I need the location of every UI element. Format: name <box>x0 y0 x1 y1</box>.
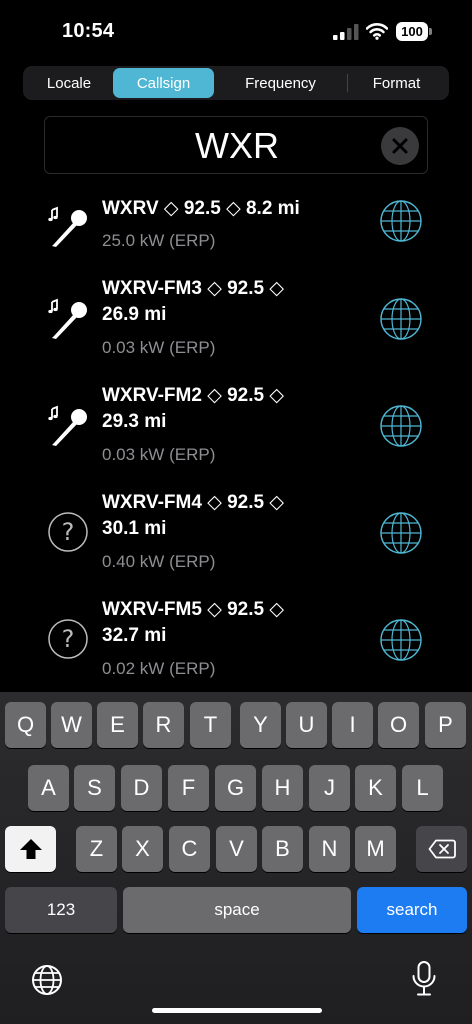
station-row[interactable]: WXRV-FM2 ◇ 92.5 ◇ 29.3 mi 0.03 kW (ERP) <box>0 373 472 480</box>
home-indicator[interactable] <box>152 1008 322 1013</box>
station-distance: 29.3 mi <box>102 411 167 432</box>
globe-icon[interactable] <box>378 198 424 244</box>
cellular-signal-icon <box>333 24 359 40</box>
tab-locale[interactable]: Locale <box>25 68 113 98</box>
battery-level: 100 <box>396 22 428 41</box>
key-m[interactable]: M <box>355 826 396 872</box>
station-title: WXRV ◇ 92.5 ◇ 8.2 mi <box>102 198 300 219</box>
key-q[interactable]: Q <box>5 702 46 748</box>
key-y[interactable]: Y <box>240 702 281 748</box>
status-bar: 10:54 100 <box>0 0 472 62</box>
key-h[interactable]: H <box>262 765 303 811</box>
station-title: WXRV-FM4 ◇ 92.5 ◇ <box>102 492 284 513</box>
station-distance: 32.7 mi <box>102 625 167 646</box>
search-field[interactable]: WXR <box>44 116 428 174</box>
key-d[interactable]: D <box>121 765 162 811</box>
svg-text:?: ? <box>62 518 75 546</box>
search-input[interactable]: WXR <box>45 117 429 175</box>
key-a[interactable]: A <box>28 765 69 811</box>
globe-icon[interactable] <box>378 296 424 342</box>
key-l[interactable]: L <box>402 765 443 811</box>
station-row[interactable]: WXRV ◇ 92.5 ◇ 8.2 mi 25.0 kW (ERP) <box>0 186 472 266</box>
station-row[interactable]: ? WXRV-FM5 ◇ 92.5 ◇ 32.7 mi 0.02 kW (ERP… <box>0 587 472 694</box>
station-power: 25.0 kW (ERP) <box>102 231 216 250</box>
tab-format[interactable]: Format <box>348 68 445 98</box>
key-f[interactable]: F <box>168 765 209 811</box>
key-u[interactable]: U <box>286 702 327 748</box>
shift-key[interactable] <box>5 826 56 872</box>
key-e[interactable]: E <box>97 702 138 748</box>
key-x[interactable]: X <box>122 826 163 872</box>
shift-arrow-icon <box>19 839 42 859</box>
station-title: WXRV-FM2 ◇ 92.5 ◇ <box>102 385 284 406</box>
wifi-icon <box>366 23 388 40</box>
status-time: 10:54 <box>62 20 115 42</box>
key-v[interactable]: V <box>216 826 257 872</box>
station-distance: 26.9 mi <box>102 304 167 325</box>
search-key[interactable]: search <box>357 887 467 933</box>
screen: 10:54 100 Locale Callsign Frequency Form… <box>0 0 472 1024</box>
key-t[interactable]: T <box>190 702 231 748</box>
search-mode-tabs: Locale Callsign Frequency Format <box>23 66 449 100</box>
key-c[interactable]: C <box>169 826 210 872</box>
key-k[interactable]: K <box>355 765 396 811</box>
globe-keyboard-icon[interactable] <box>30 963 64 997</box>
station-power: 0.02 kW (ERP) <box>102 659 216 678</box>
key-g[interactable]: G <box>215 765 256 811</box>
station-power: 0.03 kW (ERP) <box>102 445 216 464</box>
key-r[interactable]: R <box>143 702 184 748</box>
key-j[interactable]: J <box>309 765 350 811</box>
music-microphone-icon <box>48 206 87 247</box>
key-w[interactable]: W <box>51 702 92 748</box>
delete-key[interactable] <box>416 826 467 872</box>
station-distance: 30.1 mi <box>102 518 167 539</box>
tab-callsign[interactable]: Callsign <box>113 68 214 98</box>
microphone-icon[interactable] <box>410 960 438 998</box>
station-title: WXRV-FM3 ◇ 92.5 ◇ <box>102 278 284 299</box>
key-s[interactable]: S <box>74 765 115 811</box>
key-b[interactable]: B <box>262 826 303 872</box>
tab-frequency[interactable]: Frequency <box>214 68 347 98</box>
question-mark-circle-icon: ? <box>48 619 88 659</box>
music-microphone-icon <box>48 405 87 446</box>
station-power: 0.40 kW (ERP) <box>102 552 216 571</box>
clear-search-button[interactable] <box>381 127 419 165</box>
battery-icon: 100 <box>396 22 432 41</box>
key-o[interactable]: O <box>378 702 419 748</box>
battery-tip <box>429 28 432 35</box>
numbers-key[interactable]: 123 <box>5 887 117 933</box>
key-n[interactable]: N <box>309 826 350 872</box>
globe-icon[interactable] <box>378 403 424 449</box>
backspace-icon <box>428 839 456 859</box>
keyboard: Q W E R T Y U I O P A S D F G H J K L Z … <box>0 692 472 1024</box>
space-key[interactable]: space <box>123 887 351 933</box>
station-list: WXRV ◇ 92.5 ◇ 8.2 mi 25.0 kW (ERP) WXRV-… <box>0 186 472 694</box>
svg-text:?: ? <box>62 625 75 653</box>
station-power: 0.03 kW (ERP) <box>102 338 216 357</box>
globe-icon[interactable] <box>378 617 424 663</box>
station-row[interactable]: WXRV-FM3 ◇ 92.5 ◇ 26.9 mi 0.03 kW (ERP) <box>0 266 472 373</box>
music-microphone-icon <box>48 298 87 339</box>
key-z[interactable]: Z <box>76 826 117 872</box>
close-icon <box>392 138 408 154</box>
key-p[interactable]: P <box>425 702 466 748</box>
globe-icon[interactable] <box>378 510 424 556</box>
question-mark-circle-icon: ? <box>48 512 88 552</box>
station-title: WXRV-FM5 ◇ 92.5 ◇ <box>102 599 284 620</box>
key-i[interactable]: I <box>332 702 373 748</box>
station-row[interactable]: ? WXRV-FM4 ◇ 92.5 ◇ 30.1 mi 0.40 kW (ERP… <box>0 480 472 587</box>
